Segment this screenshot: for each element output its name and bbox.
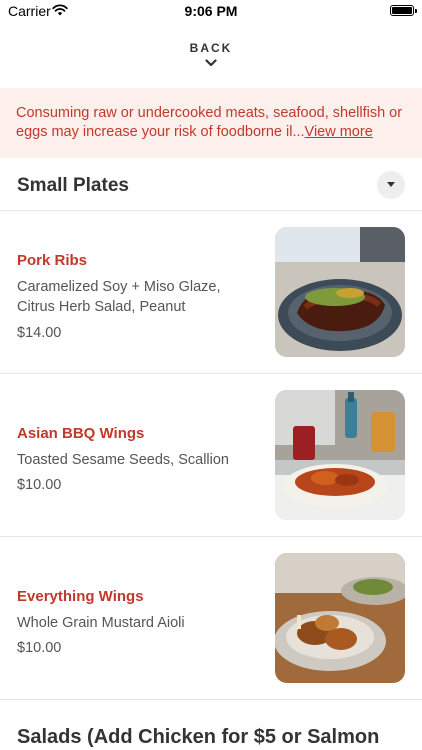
item-price: $10.00 [17,640,62,656]
item-price: $10.00 [17,477,62,493]
back-button[interactable]: BACK [0,38,422,78]
collapse-toggle-button[interactable] [377,171,405,199]
section-title-salads[interactable]: Salads (Add Chicken for $5 or Salmon [17,726,379,749]
menu-item-pork-ribs[interactable]: Pork Ribs Caramelized Soy + Miso Glaze, … [0,211,422,374]
clock: 9:06 PM [184,3,238,19]
section-header-small-plates[interactable]: Small Plates [0,160,422,211]
item-description: Caramelized Soy + Miso Glaze, Citrus Her… [17,279,221,315]
allergen-notice: Consuming raw or undercooked meats, seaf… [0,88,422,158]
status-bar: Carrier 9:06 PM [0,0,422,24]
view-more-link[interactable]: View more [305,124,373,140]
pork-ribs-photo [275,227,405,357]
item-name: Asian BBQ Wings [17,425,145,442]
everything-wings-photo [275,553,405,683]
section-title: Small Plates [17,175,129,196]
menu-item-asian-bbq-wings[interactable]: Asian BBQ Wings Toasted Sesame Seeds, Sc… [0,374,422,537]
item-description: Toasted Sesame Seeds, Scallion [17,452,229,468]
item-description: Whole Grain Mustard Aioli [17,615,185,631]
asian-bbq-wings-photo [275,390,405,520]
item-name: Pork Ribs [17,252,88,269]
item-name: Everything Wings [17,588,144,605]
back-label: BACK [189,41,233,55]
caret-down-icon [387,182,395,187]
chevron-down-icon [205,59,217,67]
menu-item-everything-wings[interactable]: Everything Wings Whole Grain Mustard Aio… [0,537,422,700]
item-price: $14.00 [17,325,62,341]
battery-icon [390,5,417,16]
